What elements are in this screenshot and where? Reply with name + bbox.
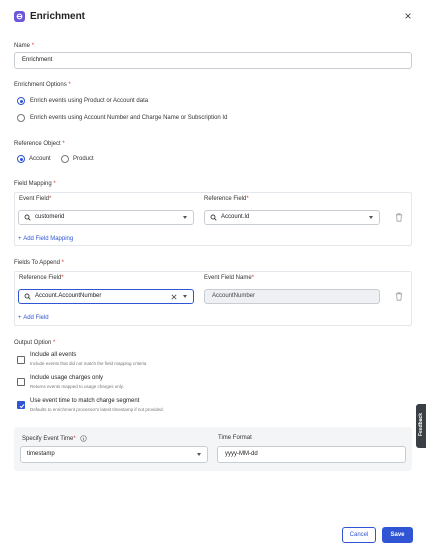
reference-field-column-header: Reference Field*	[19, 275, 64, 281]
event-field-select[interactable]: customerid	[18, 210, 194, 225]
required-marker: *	[53, 181, 56, 187]
specify-event-time-label-text: Specify Event Time	[22, 436, 74, 443]
reference-object-option-label: Account	[29, 156, 51, 162]
checkbox-label: Include usage charges only	[30, 375, 104, 381]
name-label: Name *	[14, 43, 34, 49]
event-field-value: customerid	[35, 214, 65, 220]
enrich-option-product-account-radio[interactable]	[17, 97, 25, 105]
search-icon	[24, 293, 31, 300]
trash-icon[interactable]	[395, 292, 403, 301]
time-format-input[interactable]: yyyy-MM-dd	[217, 446, 406, 463]
required-marker: *	[53, 340, 56, 346]
required-marker: *	[31, 43, 35, 49]
required-marker: *	[61, 275, 64, 281]
time-format-label: Time Format	[218, 435, 252, 441]
enrich-option-account-number-radio[interactable]	[17, 114, 25, 122]
enrichment-options-label: Enrichment Options *	[14, 82, 71, 88]
info-icon[interactable]	[80, 435, 88, 442]
use-event-time-checkbox[interactable]	[17, 401, 25, 409]
required-marker: *	[49, 196, 52, 202]
add-field-link[interactable]: + Add Field	[18, 315, 49, 321]
append-reference-field-select[interactable]: Account.AccountNumber	[18, 289, 194, 304]
chevron-down-icon[interactable]	[183, 216, 187, 219]
search-icon	[210, 214, 217, 221]
required-marker: *	[73, 436, 76, 443]
event-field-name-header-text: Event Field Name	[204, 275, 252, 281]
save-button[interactable]: Save	[382, 527, 413, 543]
event-field-name-input[interactable]: AccountNumber	[204, 289, 380, 304]
checkbox-description: Returns events mapped to usage charges o…	[30, 384, 124, 389]
add-field-mapping-label: Add Field Mapping	[23, 236, 74, 242]
output-option-label-text: Output Option	[14, 340, 52, 346]
plus-icon: +	[18, 236, 22, 242]
specify-event-time-label: Specify Event Time*	[22, 435, 88, 443]
reference-field-header-text: Reference Field	[204, 196, 247, 202]
feedback-tab[interactable]: Feedback	[416, 404, 426, 448]
required-marker: *	[246, 196, 249, 202]
reference-object-account-radio[interactable]	[17, 155, 25, 163]
required-marker: *	[68, 82, 71, 88]
reference-field-column-header: Reference Field*	[204, 196, 249, 202]
add-field-label: Add Field	[23, 315, 49, 321]
event-field-name-column-header: Event Field Name*	[204, 275, 254, 281]
reference-field-header-text: Reference Field	[19, 275, 62, 281]
add-field-mapping-link[interactable]: + Add Field Mapping	[18, 236, 73, 242]
reference-object-product-radio[interactable]	[61, 155, 69, 163]
event-time-select[interactable]: timestamp	[20, 446, 208, 463]
close-icon[interactable]: ×	[402, 9, 414, 23]
event-field-column-header: Event Field*	[19, 196, 51, 202]
chevron-down-icon[interactable]	[369, 216, 373, 219]
time-format-value: yyyy-MM-dd	[225, 451, 258, 457]
name-input-value: Enrichment	[22, 57, 53, 63]
reference-object-label: Reference Object *	[14, 141, 65, 147]
trash-icon[interactable]	[395, 213, 403, 222]
enrich-option-label: Enrich events using Product or Account d…	[30, 98, 149, 104]
enrich-option-label: Enrich events using Account Number and C…	[30, 115, 228, 121]
field-mapping-label-text: Field Mapping	[14, 181, 52, 187]
cancel-button[interactable]: Cancel	[342, 527, 376, 543]
field-mapping-label: Field Mapping *	[14, 181, 56, 187]
reference-object-label-text: Reference Object	[14, 141, 61, 147]
append-reference-field-value: Account.AccountNumber	[35, 293, 102, 299]
fields-to-append-label: Fields To Append *	[14, 260, 64, 266]
search-icon	[24, 214, 31, 221]
check-icon	[19, 403, 24, 408]
event-time-value: timestamp	[27, 451, 55, 457]
plus-icon: +	[18, 315, 22, 321]
required-marker: *	[62, 141, 65, 147]
reference-field-value: Account.Id	[221, 214, 250, 220]
reference-object-option-label: Product	[73, 156, 94, 162]
clear-icon[interactable]	[171, 294, 177, 300]
chevron-down-icon[interactable]	[183, 295, 187, 298]
enrichment-options-label-text: Enrichment Options	[14, 82, 67, 88]
chevron-down-icon[interactable]	[197, 453, 201, 456]
event-field-name-value: AccountNumber	[212, 293, 256, 299]
include-all-events-checkbox[interactable]	[17, 356, 25, 364]
modal-title: Enrichment	[30, 11, 86, 22]
checkbox-label: Use event time to match charge segment	[30, 398, 140, 404]
name-label-text: Name	[14, 43, 31, 49]
fields-to-append-label-text: Fields To Append	[14, 260, 60, 266]
feedback-label: Feedback	[418, 412, 424, 436]
checkbox-label: Include all events	[30, 352, 77, 358]
checkbox-description: Include events that did not match the fi…	[30, 361, 147, 366]
reference-field-select[interactable]: Account.Id	[204, 210, 380, 225]
output-option-label: Output Option *	[14, 340, 55, 346]
required-marker: *	[61, 260, 64, 266]
enrichment-logo-icon	[14, 11, 25, 22]
modal-header: Enrichment ×	[0, 0, 426, 36]
include-usage-charges-checkbox[interactable]	[17, 378, 25, 386]
event-field-header-text: Event Field	[19, 196, 50, 202]
name-input[interactable]: Enrichment	[14, 52, 412, 69]
checkbox-description: Defaults to enrichment processor's lates…	[30, 407, 164, 412]
required-marker: *	[251, 275, 255, 281]
